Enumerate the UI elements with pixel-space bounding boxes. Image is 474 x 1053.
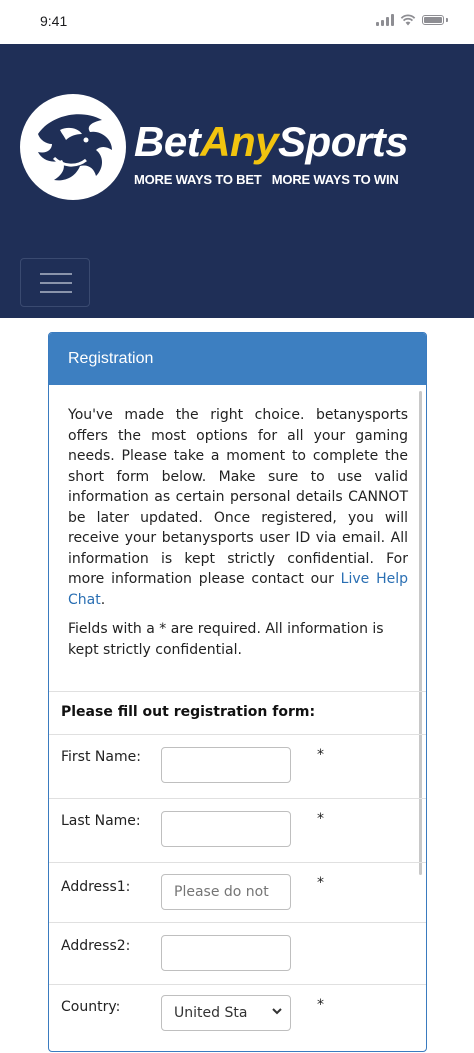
brand-name[interactable]: BetAnySports xyxy=(134,118,409,166)
country-label: Country: xyxy=(61,999,121,1015)
brand-name-part1: Bet xyxy=(134,118,201,165)
battery-icon xyxy=(422,15,444,25)
brand-tagline: MORE WAYS TO BET MORE WAYS TO WIN xyxy=(134,172,399,187)
address2-row: Address2: xyxy=(49,923,426,985)
form-heading: Please fill out registration form: xyxy=(49,691,426,735)
intro-body: You've made the right choice. betanyspor… xyxy=(68,407,408,587)
address1-field[interactable] xyxy=(161,874,291,910)
required-star: * xyxy=(317,875,324,891)
required-note: Fields with a * are required. All inform… xyxy=(68,621,384,658)
wifi-icon xyxy=(400,14,416,26)
first-name-field[interactable] xyxy=(161,747,291,783)
first-name-label: First Name: xyxy=(61,749,141,765)
brand-name-part2: Any xyxy=(200,118,279,165)
hamburger-menu-button[interactable] xyxy=(20,258,90,307)
brand-name-part3: Sports xyxy=(278,118,409,165)
panel-title: Registration xyxy=(49,333,426,385)
status-bar: 9:41 xyxy=(0,0,474,44)
intro-text: You've made the right choice. betanyspor… xyxy=(68,405,408,610)
required-star: * xyxy=(317,811,324,827)
last-name-row: Last Name: * xyxy=(49,799,426,863)
address1-row: Address1: * xyxy=(49,863,426,923)
address2-field[interactable] xyxy=(161,935,291,971)
registration-panel: Registration You've made the right choic… xyxy=(48,332,427,1052)
intro-end: . xyxy=(100,591,106,608)
chevron-down-icon xyxy=(272,1008,282,1015)
first-name-row: First Name: * xyxy=(49,735,426,799)
last-name-label: Last Name: xyxy=(61,813,141,829)
dragon-logo-icon[interactable] xyxy=(20,94,126,200)
status-time: 9:41 xyxy=(40,13,68,29)
site-header: BetAnySports MORE WAYS TO BET MORE WAYS … xyxy=(0,44,474,318)
last-name-field[interactable] xyxy=(161,811,291,847)
required-star: * xyxy=(317,997,324,1013)
status-icons xyxy=(376,14,448,26)
form-heading-text: Please fill out registration form: xyxy=(61,704,316,720)
address1-label: Address1: xyxy=(61,879,131,895)
country-row: Country: United Sta * xyxy=(49,985,426,1053)
country-select[interactable]: United Sta xyxy=(161,995,291,1031)
battery-tip xyxy=(446,18,448,22)
required-star: * xyxy=(317,747,324,763)
country-selected-value: United Sta xyxy=(174,1005,248,1021)
signal-icon xyxy=(376,14,394,26)
address2-label: Address2: xyxy=(61,938,131,954)
